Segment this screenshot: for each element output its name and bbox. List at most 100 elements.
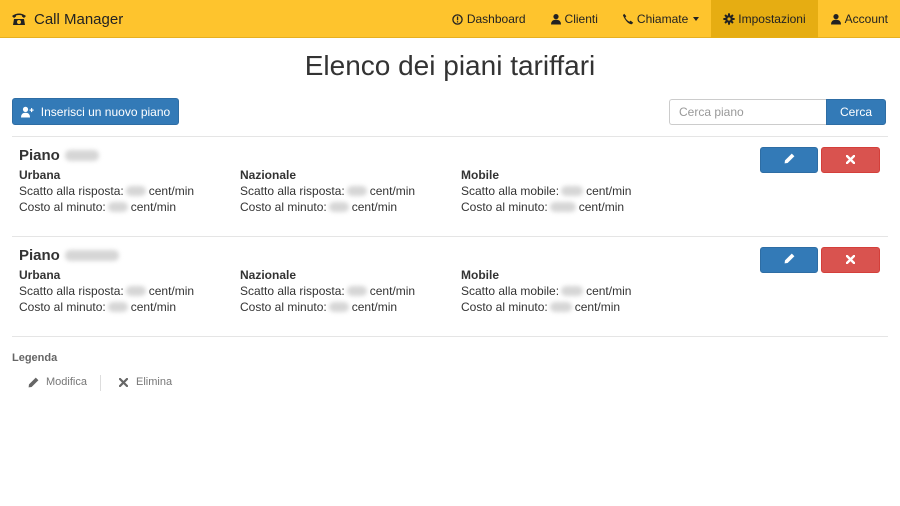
unit-label: cent/min [148, 284, 195, 298]
urbana-heading: Urbana [19, 268, 61, 282]
nav-chiamate[interactable]: Chiamate [610, 0, 711, 38]
chevron-down-icon [693, 17, 700, 21]
user-icon [550, 13, 562, 25]
gear-icon [723, 13, 735, 25]
urbana-scatto-row: Scatto alla risposta: cent/min [19, 183, 194, 199]
unit-label: cent/min [130, 300, 177, 314]
divider [12, 136, 888, 137]
urbana-costo-row: Costo al minuto: cent/min [19, 199, 194, 215]
scatto-label: Scatto alla mobile: [461, 184, 560, 198]
plan-title-label: Piano [19, 147, 60, 164]
pencil-icon [27, 376, 39, 388]
divider [12, 336, 888, 337]
nav-account-label: Account [844, 12, 888, 26]
brand[interactable]: Call Manager [11, 0, 123, 38]
delete-plan-button[interactable] [821, 247, 880, 273]
redacted-value [107, 202, 128, 212]
mobile-scatto-row: Scatto alla mobile: cent/min [461, 183, 631, 199]
nav-clienti-label: Clienti [564, 12, 598, 26]
unit-label: cent/min [574, 300, 621, 314]
search-button[interactable]: Cerca [826, 99, 886, 125]
plan-title: Piano [19, 247, 119, 264]
delete-plan-button[interactable] [821, 147, 880, 173]
mobile-scatto-row: Scatto alla mobile: cent/min [461, 283, 631, 299]
costo-label: Costo al minuto: [240, 300, 327, 314]
close-icon [845, 153, 856, 167]
legend-item-elimina: Elimina [117, 376, 172, 388]
mobile-costo-row: Costo al minuto: cent/min [461, 199, 631, 215]
plan-title-label: Piano [19, 247, 60, 264]
redacted-value [125, 286, 146, 296]
add-plan-button[interactable]: Inserisci un nuovo piano [12, 98, 179, 125]
unit-label: cent/min [130, 200, 177, 214]
nav-impostazioni[interactable]: Impostazioni [711, 0, 818, 38]
brand-title: Call Manager [34, 10, 124, 28]
redacted-value [346, 186, 367, 196]
unit-label: cent/min [351, 200, 398, 214]
redacted-value [561, 286, 584, 296]
add-user-icon [20, 106, 34, 118]
unit-label: cent/min [586, 284, 632, 298]
nazionale-heading: Nazionale [240, 268, 297, 282]
urbana-column: Urbana Scatto alla risposta: cent/min Cos… [19, 268, 194, 315]
search-input[interactable] [669, 99, 826, 125]
nazionale-scatto-row: Scatto alla risposta: cent/min [240, 183, 415, 199]
user-icon [830, 13, 842, 25]
urbana-heading: Urbana [19, 168, 61, 182]
redacted-plan-name [64, 250, 119, 261]
mobile-heading: Mobile [461, 268, 499, 282]
costo-label: Costo al minuto: [19, 300, 106, 314]
urbana-costo-row: Costo al minuto: cent/min [19, 299, 194, 315]
nav-account[interactable]: Account [818, 0, 900, 38]
page-title: Elenco dei piani tariffari [304, 50, 596, 81]
pencil-icon [784, 253, 795, 267]
unit-label: cent/min [586, 184, 632, 198]
scatto-label: Scatto alla risposta: [19, 284, 124, 298]
mobile-column: Mobile Scatto alla mobile: cent/min Costo… [461, 168, 631, 215]
edit-plan-button[interactable] [760, 247, 818, 273]
nav-dashboard[interactable]: Dashboard [440, 0, 538, 38]
redacted-value [125, 186, 146, 196]
costo-label: Costo al minuto: [240, 200, 327, 214]
add-plan-label: Inserisci un nuovo piano [40, 104, 171, 119]
scatto-label: Scatto alla mobile: [461, 284, 560, 298]
unit-label: cent/min [369, 184, 416, 198]
nav-clienti[interactable]: Clienti [538, 0, 610, 38]
telephone-icon [11, 12, 27, 26]
phone-icon [622, 13, 634, 25]
nazionale-column: Nazionale Scatto alla risposta: cent/min … [240, 168, 415, 215]
nazionale-costo-row: Costo al minuto: cent/min [240, 299, 415, 315]
redacted-value [561, 186, 584, 196]
mobile-heading: Mobile [461, 168, 499, 182]
unit-label: cent/min [578, 200, 625, 214]
close-icon [845, 253, 856, 267]
plan-title: Piano [19, 147, 99, 164]
unit-label: cent/min [148, 184, 195, 198]
mobile-column: Mobile Scatto alla mobile: cent/min Costo… [461, 268, 631, 315]
legend-label: Modifica [46, 376, 87, 388]
nav-dashboard-label: Dashboard [466, 12, 526, 26]
info-circle-icon [452, 13, 464, 25]
pencil-icon [784, 153, 795, 167]
nav-chiamate-label: Chiamate [636, 12, 689, 26]
nazionale-scatto-row: Scatto alla risposta: cent/min [240, 283, 415, 299]
mobile-costo-row: Costo al minuto: cent/min [461, 299, 631, 315]
redacted-value [549, 302, 572, 312]
scatto-label: Scatto alla risposta: [240, 184, 345, 198]
scatto-label: Scatto alla risposta: [19, 184, 124, 198]
costo-label: Costo al minuto: [461, 300, 548, 314]
edit-plan-button[interactable] [760, 147, 818, 173]
redacted-value [328, 302, 349, 312]
unit-label: cent/min [369, 284, 416, 298]
close-icon [117, 376, 129, 388]
redacted-plan-name [64, 150, 99, 161]
redacted-value [328, 202, 349, 212]
costo-label: Costo al minuto: [19, 200, 106, 214]
legend-separator [100, 375, 101, 391]
legend-label: Elimina [136, 376, 173, 388]
scatto-label: Scatto alla risposta: [240, 284, 345, 298]
costo-label: Costo al minuto: [461, 200, 548, 214]
unit-label: cent/min [351, 300, 398, 314]
nazionale-costo-row: Costo al minuto: cent/min [240, 199, 415, 215]
nazionale-heading: Nazionale [240, 168, 297, 182]
